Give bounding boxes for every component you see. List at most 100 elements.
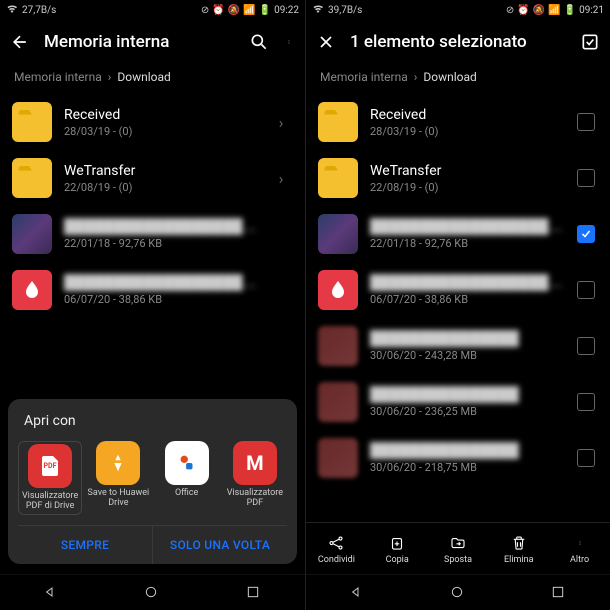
chevron-right-icon: › [279, 169, 284, 188]
nav-recent-icon[interactable] [245, 584, 263, 602]
file-row[interactable]: WeTransfer 22/08/19 - (0) [306, 150, 610, 206]
file-row[interactable]: WeTransfer22/08/19 - (0) › [0, 150, 305, 206]
chevron-right-icon: › [108, 70, 112, 84]
svg-text:PDF: PDF [44, 462, 57, 470]
close-icon[interactable] [316, 32, 336, 52]
file-info: ██████████████████.jpg22/01/18 - 92,76 K… [370, 218, 562, 250]
file-info: Received 28/03/19 - (0) [370, 107, 562, 138]
search-icon[interactable] [249, 32, 269, 52]
file-meta: 22/01/18 - 92,76 KB [64, 237, 257, 250]
checkbox[interactable] [577, 393, 595, 411]
file-name: WeTransfer [370, 163, 562, 179]
signal-icon: 📶 [243, 5, 255, 16]
wifi-icon [6, 3, 18, 18]
nosleep-icon: ⊘ [506, 5, 514, 16]
blurred-thumbnail [318, 438, 358, 478]
selection-title: 1 elemento selezionato [350, 32, 566, 52]
file-info: WeTransfer22/08/19 - (0) [64, 163, 257, 194]
file-name: ███████████████ [370, 442, 562, 459]
net-speed: 27,7B/s [22, 5, 56, 16]
file-info: ███████████████30/06/20 - 243,28 MB [370, 330, 562, 362]
app-office[interactable]: Office [155, 441, 219, 515]
file-right [574, 169, 598, 187]
breadcrumb-root[interactable]: Memoria interna [320, 70, 408, 84]
file-meta: 06/07/20 - 38,86 KB [64, 293, 257, 306]
alarm-icon: ⏰ [212, 5, 224, 16]
wifi-icon [312, 3, 324, 18]
delete-action[interactable]: Elimina [492, 533, 546, 565]
phone-right: 39,7B/s ⊘ ⏰ 🔕 📶 🔋 09:21 1 elemento selez… [305, 0, 610, 610]
nosleep-icon: ⊘ [201, 5, 209, 16]
always-button[interactable]: SEMPRE [18, 526, 152, 564]
dialog-apps: PDF Visualizzatore PDF di Drive Save to … [18, 441, 287, 525]
dnd-icon: 🔕 [533, 5, 545, 16]
file-name: ███████████████ [370, 386, 562, 403]
app-huawei-drive[interactable]: Save to Huawei Drive [86, 441, 150, 515]
move-action[interactable]: Sposta [431, 533, 485, 565]
file-meta: 22/01/18 - 92,76 KB [370, 237, 562, 250]
breadcrumb[interactable]: Memoria interna › Download [306, 64, 610, 94]
file-name: ██████████████████.jpg [64, 218, 257, 235]
overflow-icon[interactable] [283, 32, 295, 52]
dialog-title: Apri con [18, 413, 287, 441]
file-right [574, 281, 598, 299]
share-action[interactable]: Condividi [309, 533, 363, 565]
nav-bar [306, 574, 610, 610]
share-icon [326, 533, 346, 553]
chevron-right-icon: › [279, 113, 284, 132]
file-info: ██████████████████.pdf06/07/20 - 38,86 K… [64, 274, 257, 306]
nav-home-icon[interactable] [449, 584, 467, 602]
more-action[interactable]: Altro [553, 533, 607, 565]
clock: 09:21 [579, 5, 604, 16]
file-row[interactable]: ██████████████████.jpg 22/01/18 - 92,76 K… [0, 206, 305, 262]
blurred-thumbnail [318, 326, 358, 366]
image-thumbnail [318, 214, 358, 254]
folder-icon [12, 158, 52, 198]
file-row[interactable]: ██████████████████.pdf06/07/20 - 38,86 K… [0, 262, 305, 318]
nav-back-icon[interactable] [348, 584, 366, 602]
file-right [574, 337, 598, 355]
file-row[interactable]: ███████████████30/06/20 - 243,28 MB [306, 318, 610, 374]
once-button[interactable]: SOLO UNA VOLTA [152, 526, 287, 564]
checkbox[interactable] [577, 449, 595, 467]
copy-action[interactable]: Copia [370, 533, 424, 565]
nav-home-icon[interactable] [143, 584, 161, 602]
file-row[interactable]: ███████████████30/06/20 - 236,25 MB [306, 374, 610, 430]
breadcrumb-current: Download [423, 70, 476, 84]
file-meta: 22/08/19 - (0) [64, 181, 257, 194]
file-info: Received28/03/19 - (0) [64, 107, 257, 138]
file-right: › [269, 113, 293, 132]
breadcrumb[interactable]: Memoria interna › Download [0, 64, 305, 94]
nav-back-icon[interactable] [42, 584, 60, 602]
app-pdf-viewer[interactable]: M Visualizzatore PDF [223, 441, 287, 515]
file-meta: 06/07/20 - 38,86 KB [370, 293, 562, 306]
nav-recent-icon[interactable] [550, 584, 568, 602]
file-info: WeTransfer 22/08/19 - (0) [370, 163, 562, 194]
signal-icon: 📶 [548, 5, 560, 16]
checkbox[interactable] [577, 113, 595, 131]
file-name: Received [370, 107, 562, 123]
app-drive-pdf[interactable]: PDF Visualizzatore PDF di Drive [18, 441, 82, 515]
file-row[interactable]: ███████████████30/06/20 - 218,75 MB [306, 430, 610, 486]
file-row[interactable]: Received 28/03/19 - (0) [306, 94, 610, 150]
dnd-icon: 🔕 [228, 5, 240, 16]
file-row[interactable]: ██████████████████.jpg22/01/18 - 92,76 K… [306, 206, 610, 262]
file-name: ██████████████████.pdf [370, 274, 562, 291]
file-list: Received 28/03/19 - (0) WeTransfer 22/08/19… [306, 94, 610, 522]
checkbox[interactable] [577, 169, 595, 187]
select-all-icon[interactable] [580, 32, 600, 52]
folder-icon [12, 102, 52, 142]
back-icon[interactable] [10, 32, 30, 52]
checkbox[interactable] [577, 281, 595, 299]
file-row[interactable]: ██████████████████.pdf 06/07/20 - 38,86 K… [306, 262, 610, 318]
open-with-dialog: Apri con PDF Visualizzatore PDF di Drive… [8, 399, 297, 564]
checkbox-checked[interactable] [577, 225, 595, 243]
breadcrumb-root[interactable]: Memoria interna [14, 70, 102, 84]
file-row[interactable]: Received28/03/19 - (0) › [0, 94, 305, 150]
alarm-icon: ⏰ [517, 5, 529, 16]
checkbox[interactable] [577, 337, 595, 355]
file-right [574, 449, 598, 467]
file-meta: 22/08/19 - (0) [370, 181, 562, 194]
move-icon [448, 533, 468, 553]
file-meta: 28/03/19 - (0) [370, 125, 562, 138]
